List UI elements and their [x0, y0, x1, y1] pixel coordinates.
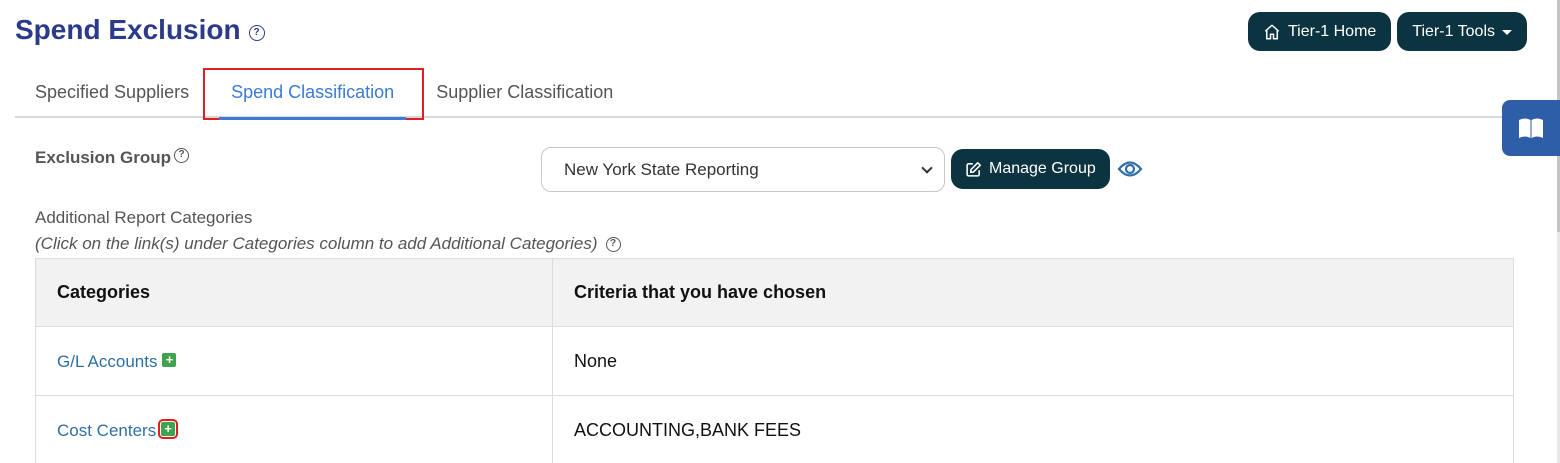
cost-centers-link[interactable]: Cost Centers +	[57, 418, 179, 441]
header-criteria: Criteria that you have chosen	[552, 258, 1514, 327]
hint-text: (Click on the link(s) under Categories c…	[35, 234, 598, 253]
tab-label: Supplier Classification	[436, 81, 614, 102]
selected-value: New York State Reporting	[564, 159, 759, 179]
gl-accounts-link[interactable]: G/L Accounts +	[57, 351, 177, 372]
eye-icon[interactable]	[1117, 157, 1143, 181]
help-icon[interactable]: ?	[174, 147, 190, 163]
category-cell: G/L Accounts +	[35, 326, 553, 396]
manage-group-button[interactable]: Manage Group	[951, 149, 1110, 189]
additional-categories-hint: (Click on the link(s) under Categories c…	[35, 234, 621, 254]
table-row: Cost Centers + ACCOUNTING,BANK FEES	[35, 395, 1514, 463]
category-label: G/L Accounts	[57, 351, 158, 371]
add-icon[interactable]: +	[162, 352, 177, 367]
help-icon[interactable]: ?	[248, 25, 265, 41]
category-cell: Cost Centers +	[35, 395, 553, 463]
edit-icon	[966, 161, 982, 177]
tab-supplier-classification[interactable]: Supplier Classification	[416, 66, 633, 118]
book-icon	[1519, 118, 1543, 138]
exclusion-group-select[interactable]: New York State Reporting	[541, 147, 945, 192]
add-icon[interactable]: +	[158, 418, 179, 439]
caret-down-icon	[1502, 30, 1512, 35]
criteria-cell: None	[552, 326, 1514, 396]
exclusion-group-text: Exclusion Group	[35, 148, 172, 167]
tab-specified-suppliers[interactable]: Specified Suppliers	[15, 66, 209, 118]
chevron-down-icon	[921, 161, 933, 174]
top-actions: Tier-1 Home Tier-1 Tools	[1247, 12, 1527, 51]
header-categories: Categories	[35, 258, 553, 327]
tier1-home-label: Tier-1 Home	[1287, 22, 1377, 40]
tab-bar: Specified Suppliers Spend Classification…	[15, 66, 1515, 120]
manage-group-label: Manage Group	[989, 160, 1096, 177]
exclusion-group-label: Exclusion Group ?	[35, 147, 190, 168]
page-title-text: Spend Exclusion	[15, 14, 241, 45]
criteria-cell: ACCOUNTING,BANK FEES	[552, 395, 1514, 463]
home-icon	[1264, 24, 1280, 39]
tier1-tools-label: Tier-1 Tools	[1412, 22, 1495, 40]
category-label: Cost Centers	[57, 420, 157, 440]
table-row: G/L Accounts + None	[35, 326, 1514, 396]
categories-table: Categories Criteria that you have chosen…	[35, 258, 1514, 463]
tab-label: Specified Suppliers	[35, 81, 190, 102]
table-header-row: Categories Criteria that you have chosen	[35, 258, 1514, 327]
help-guide-button[interactable]	[1502, 100, 1560, 156]
tab-spend-classification[interactable]: Spend Classification	[203, 66, 425, 120]
additional-categories-label: Additional Report Categories	[35, 208, 253, 227]
tier1-tools-dropdown[interactable]: Tier-1 Tools	[1397, 12, 1527, 51]
page-title: Spend Exclusion ?	[15, 14, 265, 46]
help-icon[interactable]: ?	[605, 236, 621, 252]
tab-label: Spend Classification	[231, 81, 395, 102]
tier1-home-button[interactable]: Tier-1 Home	[1247, 12, 1392, 51]
